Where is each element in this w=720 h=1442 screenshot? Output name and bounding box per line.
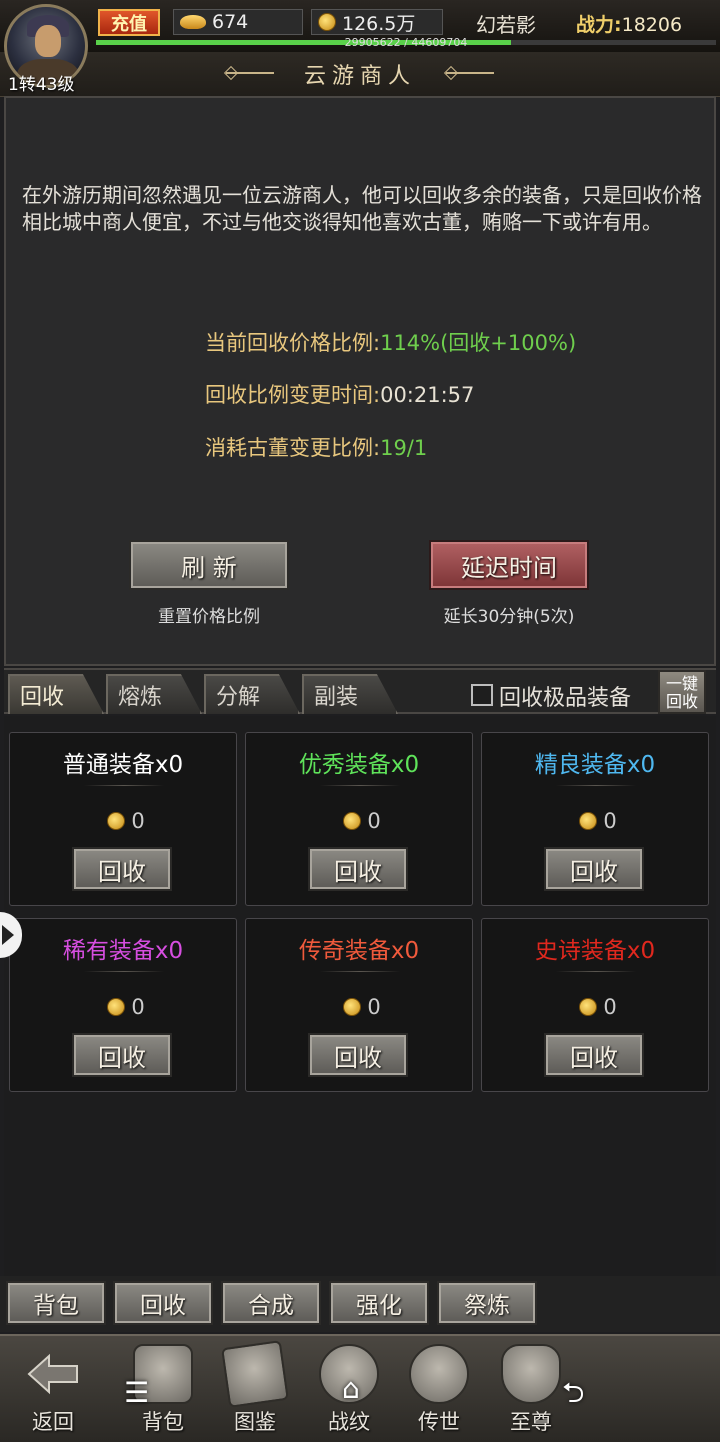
- delay-time-button[interactable]: 延迟时间: [429, 540, 589, 590]
- stat-value: 114%(回收+100%): [380, 331, 577, 355]
- card-legendary: 传奇装备x0 0 回收: [245, 918, 473, 1092]
- delay-caption: 延长30分钟(5次): [443, 607, 575, 627]
- card-divider: [84, 971, 164, 972]
- card-rare: 稀有装备x0 0 回收: [9, 918, 237, 1092]
- gold-coin-icon: [343, 998, 362, 1016]
- combat-power: 战力:18206: [576, 10, 682, 37]
- exp-text: 29905622 / 44609704: [344, 36, 468, 49]
- gold-coin-icon: [318, 13, 336, 31]
- refresh-caption: 重置价格比例: [158, 607, 260, 627]
- menu-icon[interactable]: ☰: [124, 1376, 149, 1409]
- stat-change-time: 回收比例变更时间:00:21:57: [205, 379, 474, 409]
- nav-label: 传世: [418, 1410, 460, 1434]
- card-title: 稀有装备x0: [62, 938, 184, 964]
- stat-label: 消耗古董变更比例:: [205, 436, 381, 460]
- power-label: 战力:: [576, 14, 622, 36]
- card-price: 0: [246, 995, 472, 1019]
- title-ornament-right: [446, 72, 494, 74]
- gold-counter: 126.5万: [311, 9, 443, 35]
- refresh-button[interactable]: 刷 新: [129, 540, 289, 590]
- window-titlebar: 云游商人: [0, 52, 720, 97]
- card-price-value: 0: [603, 995, 617, 1019]
- stat-label: 当前回收价格比例:: [205, 331, 381, 355]
- card-excellent: 优秀装备x0 0 回收: [245, 732, 473, 906]
- card-price: 0: [10, 995, 236, 1019]
- card-price-value: 0: [367, 809, 381, 833]
- home-icon[interactable]: ⌂: [342, 1372, 360, 1405]
- nav-label: 返回: [32, 1410, 74, 1434]
- nav-label: 背包: [142, 1410, 184, 1434]
- card-price-value: 0: [367, 995, 381, 1019]
- card-fine: 精良装备x0 0 回收: [481, 732, 709, 906]
- window-title: 云游商人: [303, 64, 416, 89]
- recycle-premium-checkbox[interactable]: [471, 684, 493, 706]
- subnav-refine[interactable]: 祭炼: [437, 1281, 537, 1325]
- recycle-button[interactable]: 回收: [308, 847, 408, 891]
- recycle-button[interactable]: 回收: [308, 1033, 408, 1077]
- recycle-button[interactable]: 回收: [72, 847, 172, 891]
- nav-label: 至尊: [510, 1410, 552, 1434]
- gold-coin-icon: [343, 812, 362, 830]
- card-price: 0: [10, 809, 236, 833]
- system-nav-bar: ☰ ⌂ ⮌: [0, 1370, 720, 1410]
- card-title: 精良装备x0: [534, 752, 656, 778]
- recycle-button[interactable]: 回收: [544, 847, 644, 891]
- card-price: 0: [246, 809, 472, 833]
- card-divider: [320, 971, 400, 972]
- card-title: 普通装备x0: [62, 752, 184, 778]
- recycle-button[interactable]: 回收: [72, 1033, 172, 1077]
- gold-coin-icon: [107, 998, 126, 1016]
- recycle-premium-label: 回收极品装备: [499, 686, 632, 711]
- ingot-value: 674: [212, 11, 249, 33]
- subnav-bag[interactable]: 背包: [6, 1281, 106, 1325]
- gold-coin-icon: [107, 812, 126, 830]
- recharge-button[interactable]: 充值: [98, 9, 160, 36]
- subnav-recycle[interactable]: 回收: [113, 1281, 213, 1325]
- ingot-icon: [180, 15, 206, 29]
- card-price-value: 0: [131, 995, 145, 1019]
- card-title: 史诗装备x0: [534, 938, 656, 964]
- card-divider: [320, 785, 400, 786]
- ingot-counter: 674: [173, 9, 303, 35]
- nav-label: 图鉴: [234, 1410, 276, 1434]
- recycle-button[interactable]: 回收: [544, 1033, 644, 1077]
- nav-label: 战纹: [328, 1410, 370, 1434]
- player-name: 幻若影: [476, 13, 536, 37]
- card-price-value: 0: [131, 809, 145, 833]
- gold-coin-icon: [579, 812, 598, 830]
- card-title: 优秀装备x0: [298, 752, 420, 778]
- back-icon[interactable]: ⮌: [562, 1372, 584, 1420]
- player-level: 1转43级: [8, 75, 75, 95]
- subnav-enhance[interactable]: 强化: [329, 1281, 429, 1325]
- card-divider: [84, 785, 164, 786]
- stat-value: 19/1: [380, 436, 428, 460]
- avatar-face: [35, 25, 61, 57]
- gold-coin-icon: [579, 998, 598, 1016]
- power-value: 18206: [621, 14, 683, 36]
- stat-label: 回收比例变更时间:: [205, 383, 381, 407]
- card-divider: [556, 785, 636, 786]
- merchant-description: 在外游历期间忽然遇见一位云游商人，他可以回收多余的装备，只是回收价格相比城中商人…: [22, 183, 702, 234]
- gold-value: 126.5万: [342, 12, 416, 35]
- card-title: 传奇装备x0: [298, 938, 420, 964]
- card-divider: [556, 971, 636, 972]
- stat-value: 00:21:57: [380, 383, 475, 407]
- card-price: 0: [482, 995, 708, 1019]
- subnav-compose[interactable]: 合成: [221, 1281, 321, 1325]
- card-price: 0: [482, 809, 708, 833]
- card-price-value: 0: [603, 809, 617, 833]
- stat-price-ratio: 当前回收价格比例:114%(回收+100%): [205, 327, 576, 357]
- card-common: 普通装备x0 0 回收: [9, 732, 237, 906]
- one-key-recycle-button[interactable]: 一键回收: [658, 670, 706, 714]
- card-epic: 史诗装备x0 0 回收: [481, 918, 709, 1092]
- stat-antique-ratio: 消耗古董变更比例:19/1: [205, 432, 427, 462]
